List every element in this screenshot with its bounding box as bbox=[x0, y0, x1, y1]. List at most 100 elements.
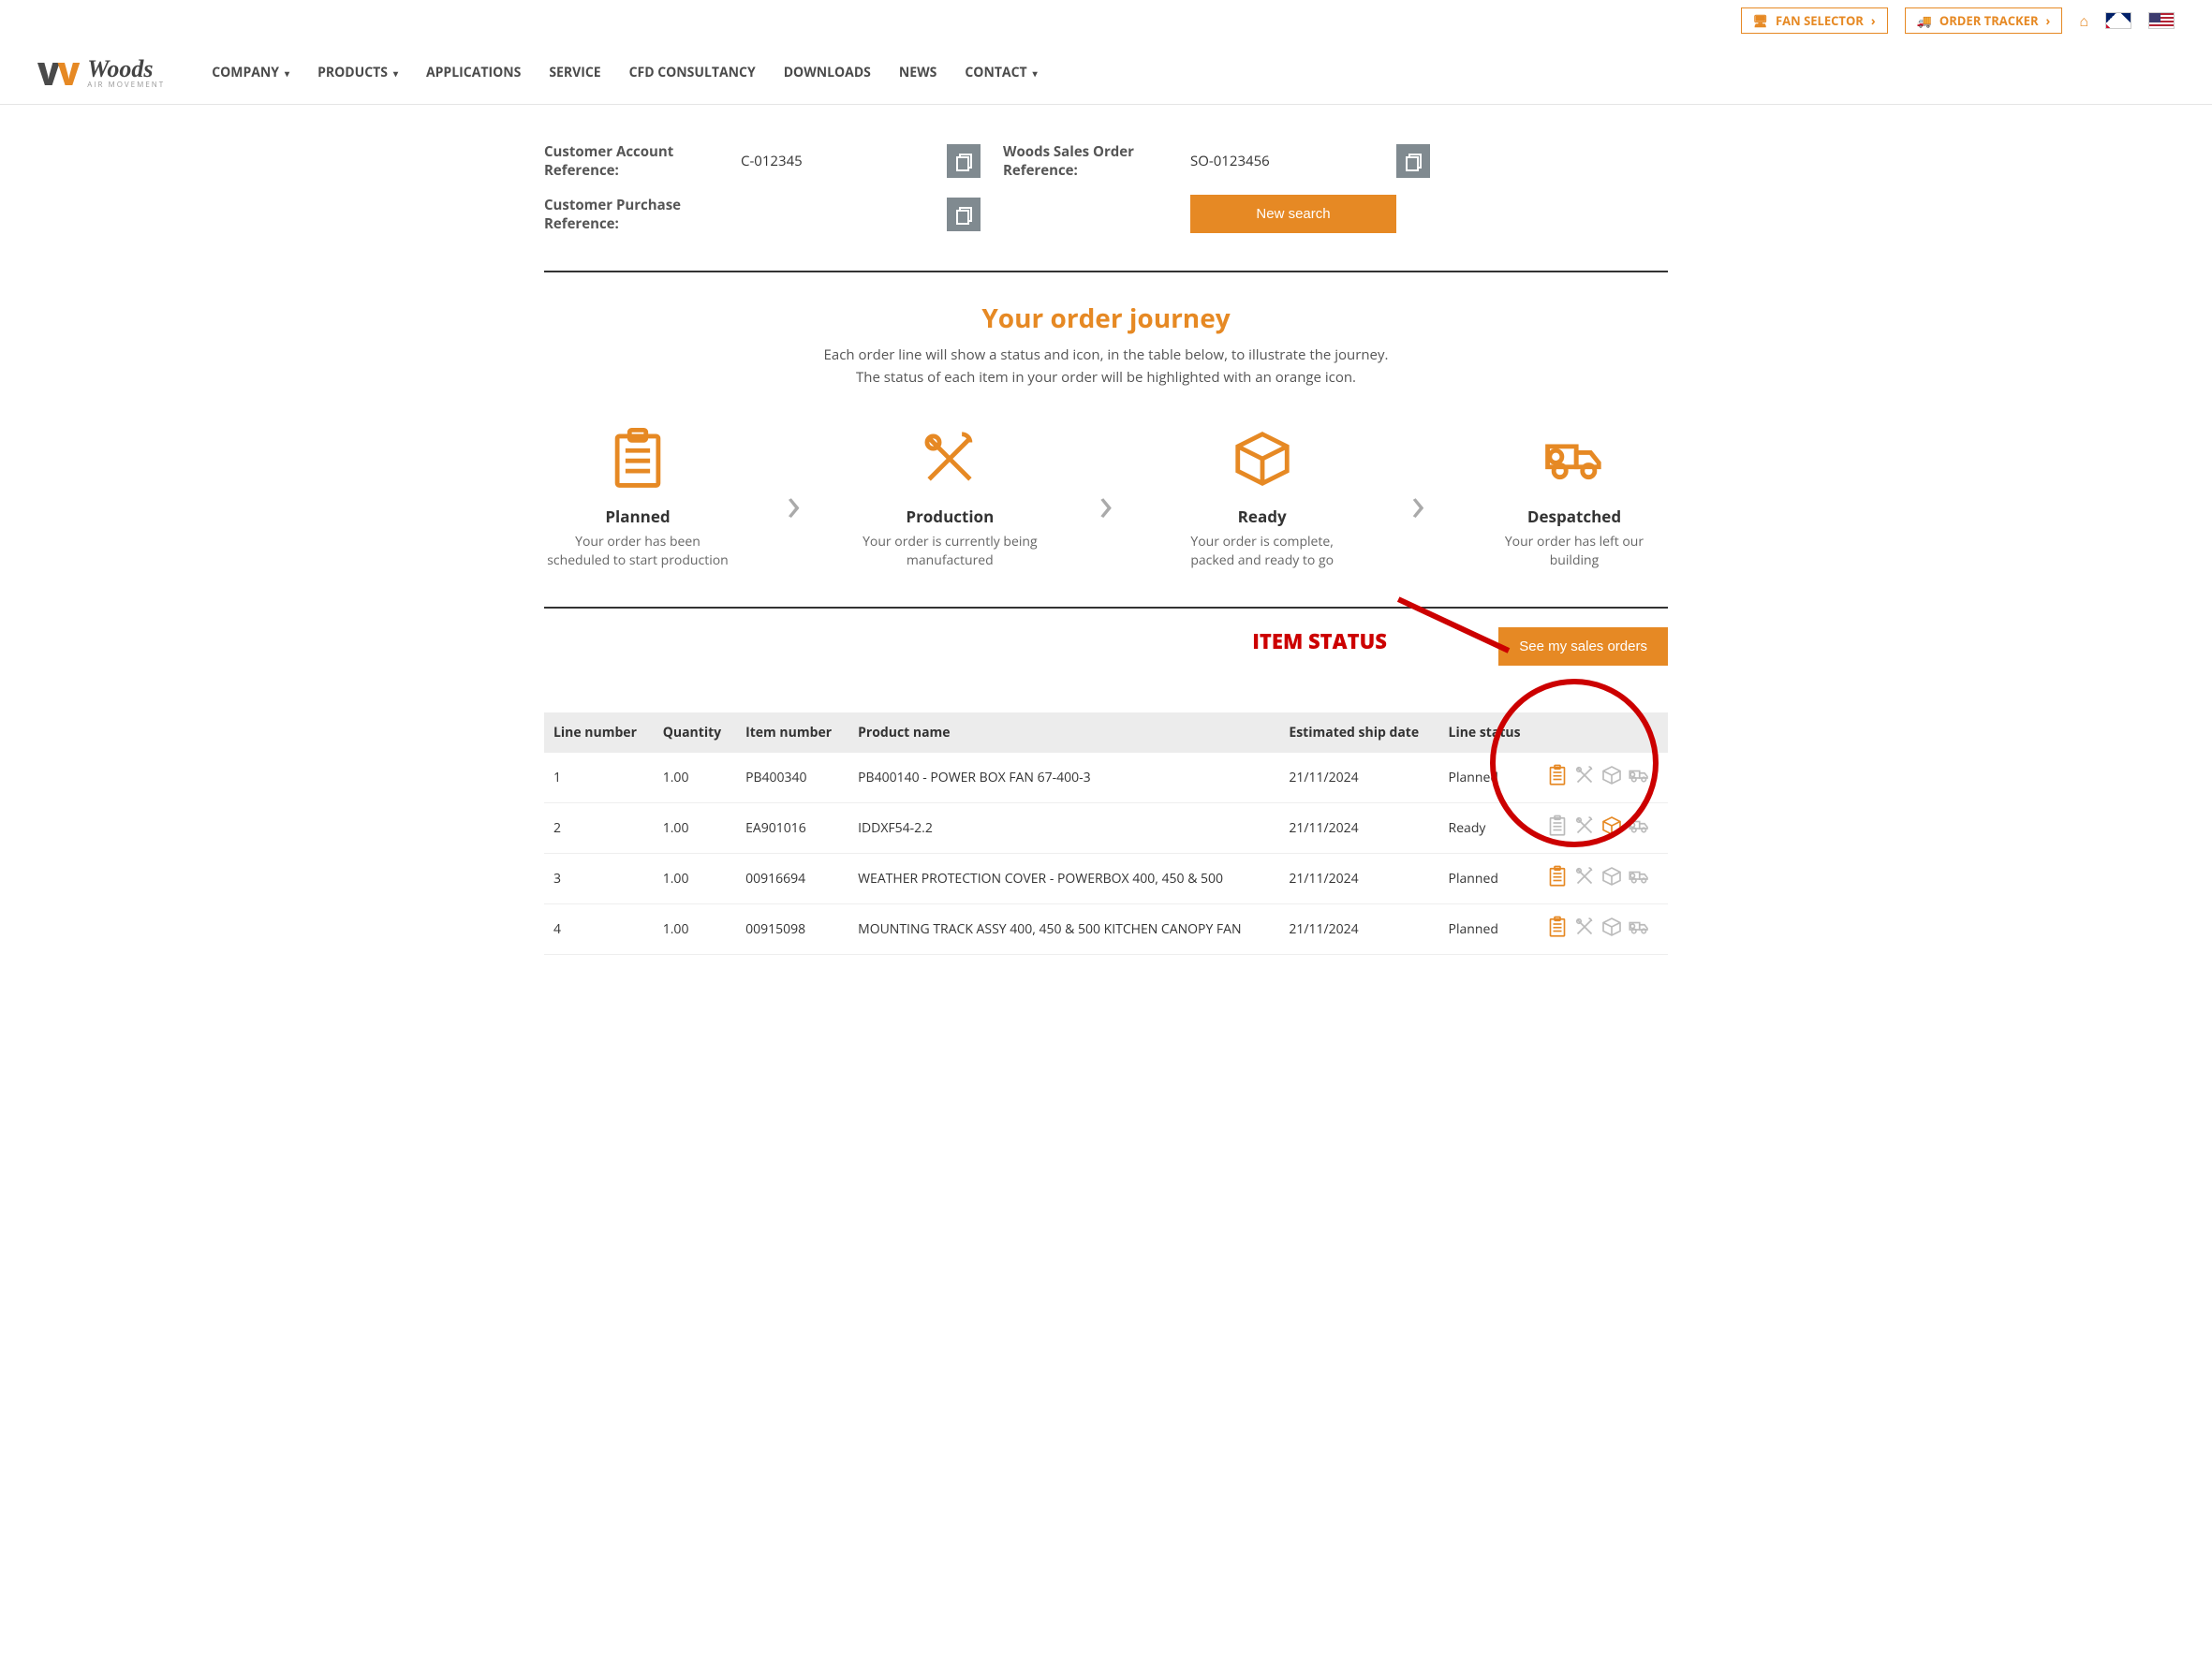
stage-desc: Your order is complete, packed and ready… bbox=[1169, 533, 1356, 569]
logo-mark: VV bbox=[37, 51, 78, 95]
nav-products[interactable]: PRODUCTS▾ bbox=[317, 41, 398, 104]
fan-selector-button[interactable]: 🖥 FAN SELECTOR › bbox=[1741, 7, 1888, 34]
stage-ready: Ready Your order is complete, packed and… bbox=[1169, 426, 1356, 569]
chevron-right-icon: › bbox=[1099, 471, 1113, 535]
th-line-status: Line status bbox=[1439, 712, 1537, 753]
logo-tagline: AIR MOVEMENT bbox=[87, 81, 165, 89]
cell-ship: 21/11/2024 bbox=[1279, 753, 1438, 803]
tools-icon bbox=[912, 426, 987, 492]
th-line-number: Line number bbox=[544, 712, 654, 753]
tools-icon bbox=[1573, 815, 1596, 837]
chevron-right-icon: › bbox=[2046, 12, 2051, 29]
stage-desc: Your order has left our building bbox=[1481, 533, 1668, 569]
order-tracker-button[interactable]: 🚚 ORDER TRACKER › bbox=[1905, 7, 2063, 34]
stage-production: Production Your order is currently being… bbox=[856, 426, 1043, 569]
sales-order-label: Woods Sales Order Reference: bbox=[1003, 142, 1190, 180]
new-search-button[interactable]: New search bbox=[1190, 195, 1396, 233]
th-estimated-ship-date: Estimated ship date bbox=[1279, 712, 1438, 753]
cell-line: 1 bbox=[544, 753, 654, 803]
nav-contact[interactable]: CONTACT▾ bbox=[965, 41, 1037, 104]
stage-title: Planned bbox=[544, 506, 731, 527]
truck-icon bbox=[1628, 865, 1650, 888]
clipboard-icon bbox=[1546, 764, 1569, 786]
customer-purchase-label: Customer Purchase Reference: bbox=[544, 196, 741, 233]
tools-icon bbox=[1573, 916, 1596, 938]
stage-title: Ready bbox=[1169, 506, 1356, 527]
clipboard-icon bbox=[1546, 815, 1569, 837]
nav-downloads[interactable]: DOWNLOADS bbox=[784, 41, 871, 104]
cell-product: PB400140 - POWER BOX FAN 67-400-3 bbox=[848, 753, 1279, 803]
stage-despatched: Despatched Your order has left our build… bbox=[1481, 426, 1668, 569]
copy-customer-purchase-button[interactable] bbox=[947, 198, 981, 231]
cell-status: Planned bbox=[1439, 854, 1537, 904]
copy-sales-order-button[interactable] bbox=[1396, 144, 1430, 178]
chevron-down-icon: ▾ bbox=[285, 66, 289, 80]
cell-qty: 1.00 bbox=[654, 753, 736, 803]
chevron-down-icon: ▾ bbox=[393, 66, 398, 80]
box-icon bbox=[1600, 764, 1623, 786]
nav-service[interactable]: SERVICE bbox=[549, 41, 600, 104]
cell-qty: 1.00 bbox=[654, 904, 736, 955]
cell-item: 00916694 bbox=[736, 854, 848, 904]
nav-news[interactable]: NEWS bbox=[899, 41, 936, 104]
clipboard-icon bbox=[1546, 916, 1569, 938]
chevron-right-icon: › bbox=[787, 471, 801, 535]
divider bbox=[544, 607, 1668, 609]
cell-ship: 21/11/2024 bbox=[1279, 854, 1438, 904]
nav-cfd[interactable]: CFD CONSULTANCY bbox=[629, 41, 756, 104]
cell-product: IDDXF54-2.2 bbox=[848, 803, 1279, 854]
table-row: 21.00EA901016IDDXF54-2.221/11/2024Ready bbox=[544, 803, 1668, 854]
stage-title: Production bbox=[856, 506, 1043, 527]
cell-qty: 1.00 bbox=[654, 803, 736, 854]
th-item-number: Item number bbox=[736, 712, 848, 753]
truck-icon bbox=[1628, 815, 1650, 837]
chevron-down-icon: ▾ bbox=[1033, 66, 1038, 80]
table-row: 31.0000916694WEATHER PROTECTION COVER - … bbox=[544, 854, 1668, 904]
stage-desc: Your order has been scheduled to start p… bbox=[544, 533, 731, 569]
customer-account-label: Customer Account Reference: bbox=[544, 142, 741, 180]
status-icons-cell bbox=[1537, 854, 1668, 904]
box-icon bbox=[1600, 865, 1623, 888]
nav-company[interactable]: COMPANY▾ bbox=[212, 41, 289, 104]
cell-qty: 1.00 bbox=[654, 854, 736, 904]
home-icon[interactable]: ⌂ bbox=[2079, 10, 2088, 31]
logo-brand: Woods bbox=[87, 57, 165, 81]
copy-icon bbox=[1406, 154, 1421, 169]
cell-item: 00915098 bbox=[736, 904, 848, 955]
item-status-callout: ITEM STATUS bbox=[1252, 627, 1387, 655]
cell-product: MOUNTING TRACK ASSY 400, 450 & 500 KITCH… bbox=[848, 904, 1279, 955]
nav-applications[interactable]: APPLICATIONS bbox=[426, 41, 521, 104]
status-icons-cell bbox=[1537, 904, 1668, 955]
copy-icon bbox=[956, 207, 971, 222]
truck-icon: 🚚 bbox=[1917, 12, 1932, 29]
monitor-icon: 🖥 bbox=[1753, 12, 1769, 29]
status-icons-cell bbox=[1537, 803, 1668, 854]
logo[interactable]: VV Woods AIR MOVEMENT bbox=[37, 51, 165, 95]
cell-status: Planned bbox=[1439, 904, 1537, 955]
box-icon bbox=[1225, 426, 1300, 492]
cell-line: 2 bbox=[544, 803, 654, 854]
sales-order-value: SO-0123456 bbox=[1190, 152, 1396, 170]
order-tracker-label: ORDER TRACKER bbox=[1939, 12, 2039, 29]
flag-us[interactable] bbox=[2148, 12, 2175, 29]
cell-line: 3 bbox=[544, 854, 654, 904]
flag-uk[interactable] bbox=[2105, 12, 2131, 29]
journey-title: Your order journey bbox=[544, 301, 1668, 336]
stage-title: Despatched bbox=[1481, 506, 1668, 527]
cell-status: Planned bbox=[1439, 753, 1537, 803]
cell-product: WEATHER PROTECTION COVER - POWERBOX 400,… bbox=[848, 854, 1279, 904]
clipboard-icon bbox=[1546, 865, 1569, 888]
truck-icon bbox=[1628, 764, 1650, 786]
cell-item: EA901016 bbox=[736, 803, 848, 854]
status-icons-cell bbox=[1537, 753, 1668, 803]
stage-planned: Planned Your order has been scheduled to… bbox=[544, 426, 731, 569]
main-nav: COMPANY▾ PRODUCTS▾ APPLICATIONS SERVICE … bbox=[212, 41, 2175, 104]
see-my-sales-orders-button[interactable]: See my sales orders bbox=[1498, 627, 1668, 666]
copy-customer-account-button[interactable] bbox=[947, 144, 981, 178]
journey-stages: Planned Your order has been scheduled to… bbox=[544, 426, 1668, 569]
stage-desc: Your order is currently being manufactur… bbox=[856, 533, 1043, 569]
box-icon bbox=[1600, 815, 1623, 837]
truck-icon bbox=[1537, 426, 1612, 492]
cell-status: Ready bbox=[1439, 803, 1537, 854]
copy-icon bbox=[956, 154, 971, 169]
